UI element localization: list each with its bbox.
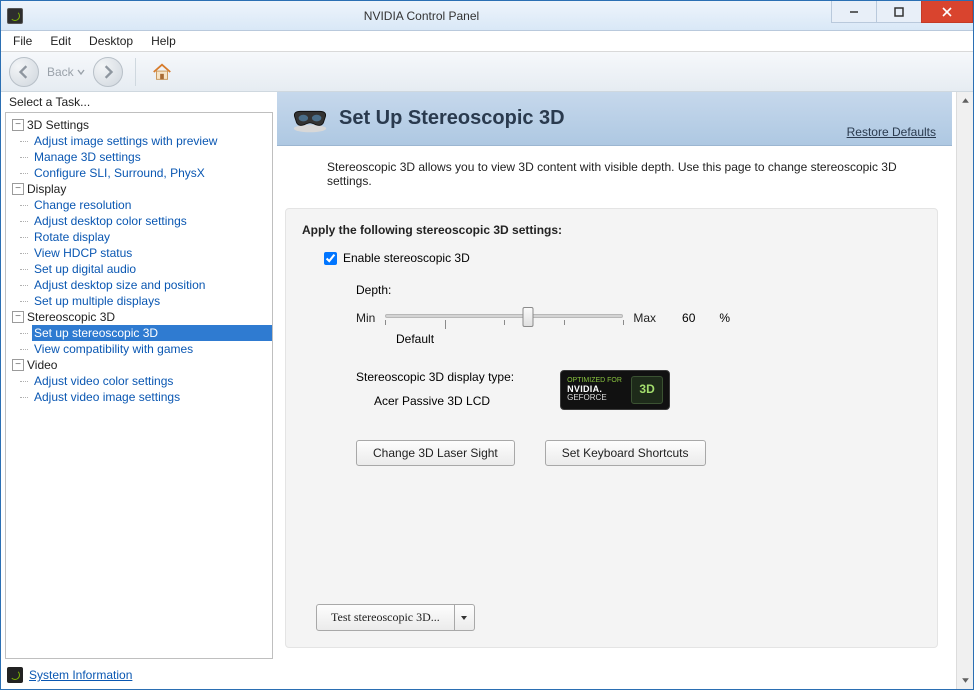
page-description: Stereoscopic 3D allows you to view 3D co… xyxy=(277,146,952,198)
scroll-up-button[interactable] xyxy=(958,92,973,109)
depth-slider[interactable] xyxy=(385,307,623,328)
tree-group-stereo-3d[interactable]: −Stereoscopic 3D xyxy=(12,309,272,325)
section-heading: Apply the following stereoscopic 3D sett… xyxy=(302,223,921,237)
tree-item[interactable]: Adjust desktop color settings xyxy=(32,213,272,229)
tree-item[interactable]: Configure SLI, Surround, PhysX xyxy=(32,165,272,181)
tree-item[interactable]: Set up multiple displays xyxy=(32,293,272,309)
collapse-icon: − xyxy=(12,311,24,323)
tree-item[interactable]: Rotate display xyxy=(32,229,272,245)
collapse-icon: − xyxy=(12,359,24,371)
back-button[interactable] xyxy=(9,57,39,87)
tree-item[interactable]: View compatibility with games xyxy=(32,341,272,357)
vertical-scrollbar[interactable] xyxy=(956,92,973,689)
tree-item[interactable]: Adjust video image settings xyxy=(32,389,272,405)
depth-pct: % xyxy=(719,311,730,325)
depth-max-label: Max xyxy=(633,311,656,325)
chevron-down-icon xyxy=(460,614,468,622)
tree-item[interactable]: Adjust image settings with preview xyxy=(32,133,272,149)
home-icon xyxy=(151,61,173,83)
enable-stereoscopic-checkbox[interactable] xyxy=(324,252,337,265)
toolbar-separator xyxy=(135,58,136,86)
tree-item[interactable]: View HDCP status xyxy=(32,245,272,261)
test-stereoscopic-split-button[interactable]: Test stereoscopic 3D... xyxy=(316,604,475,631)
menu-desktop[interactable]: Desktop xyxy=(81,32,141,50)
task-tree[interactable]: −3D Settings Adjust image settings with … xyxy=(5,112,273,659)
maximize-button[interactable] xyxy=(876,1,922,23)
settings-panel: Apply the following stereoscopic 3D sett… xyxy=(285,208,938,648)
restore-defaults-link[interactable]: Restore Defaults xyxy=(847,125,936,139)
display-type-label: Stereoscopic 3D display type: xyxy=(356,370,514,384)
sidebar: Select a Task... −3D Settings Adjust ima… xyxy=(1,92,277,689)
sidebar-heading: Select a Task... xyxy=(1,92,277,112)
scroll-down-button[interactable] xyxy=(958,672,973,689)
menu-edit[interactable]: Edit xyxy=(42,32,79,50)
tree-group-label: 3D Settings xyxy=(27,118,89,132)
back-label[interactable]: Back xyxy=(47,65,85,79)
close-button[interactable] xyxy=(921,1,973,23)
tree-group-label: Video xyxy=(27,358,57,372)
enable-stereoscopic-checkbox-row[interactable]: Enable stereoscopic 3D xyxy=(324,251,921,265)
tree-group-label: Stereoscopic 3D xyxy=(27,310,115,324)
badge-3d-cube: 3D xyxy=(631,376,663,404)
system-information-label: System Information xyxy=(29,668,132,682)
arrow-right-icon xyxy=(101,65,115,79)
menu-help[interactable]: Help xyxy=(143,32,184,50)
page-banner: Set Up Stereoscopic 3D Restore Defaults xyxy=(277,92,952,146)
home-button[interactable] xyxy=(148,58,176,86)
tree-item[interactable]: Set up digital audio xyxy=(32,261,272,277)
test-stereoscopic-dropdown[interactable] xyxy=(455,604,475,631)
change-laser-sight-button[interactable]: Change 3D Laser Sight xyxy=(356,440,515,466)
badge-geforce-text: GEFORCE xyxy=(567,394,622,403)
window-title: NVIDIA Control Panel xyxy=(11,9,832,23)
enable-stereoscopic-label: Enable stereoscopic 3D xyxy=(343,251,470,265)
depth-value: 60 xyxy=(682,311,695,325)
window-titlebar: NVIDIA Control Panel xyxy=(1,1,973,31)
arrow-left-icon xyxy=(17,65,31,79)
tree-item[interactable]: Adjust video color settings xyxy=(32,373,272,389)
tree-item[interactable]: Change resolution xyxy=(32,197,272,213)
chevron-down-icon xyxy=(77,68,85,76)
tree-group-video[interactable]: −Video xyxy=(12,357,272,373)
tree-item-selected[interactable]: Set up stereoscopic 3D xyxy=(32,325,272,341)
collapse-icon: − xyxy=(12,119,24,131)
menubar: File Edit Desktop Help xyxy=(1,31,973,52)
tree-group-display[interactable]: −Display xyxy=(12,181,272,197)
tree-item[interactable]: Manage 3D settings xyxy=(32,149,272,165)
app-icon xyxy=(7,8,23,24)
forward-button[interactable] xyxy=(93,57,123,87)
page-title: Set Up Stereoscopic 3D xyxy=(339,107,565,130)
tree-group-3d-settings[interactable]: −3D Settings xyxy=(12,117,272,133)
collapse-icon: − xyxy=(12,183,24,195)
tree-group-label: Display xyxy=(27,182,66,196)
test-stereoscopic-button[interactable]: Test stereoscopic 3D... xyxy=(316,604,455,631)
back-label-text: Back xyxy=(47,65,74,79)
nvidia-icon xyxy=(7,667,23,683)
tree-item[interactable]: Adjust desktop size and position xyxy=(32,277,272,293)
depth-min-label: Min xyxy=(356,311,375,325)
nvidia-3d-badge: OPTIMIZED FOR NVIDIA. GEFORCE 3D xyxy=(560,370,670,410)
toolbar: Back xyxy=(1,52,973,92)
stereoscopic-glasses-icon xyxy=(291,103,329,135)
content-pane: Set Up Stereoscopic 3D Restore Defaults … xyxy=(277,92,973,689)
menu-file[interactable]: File xyxy=(5,32,40,50)
minimize-button[interactable] xyxy=(831,1,877,23)
system-information-link[interactable]: System Information xyxy=(1,663,277,689)
display-type-value: Acer Passive 3D LCD xyxy=(374,394,514,408)
set-keyboard-shortcuts-button[interactable]: Set Keyboard Shortcuts xyxy=(545,440,706,466)
depth-label: Depth: xyxy=(356,283,921,297)
depth-default-label: Default xyxy=(396,332,921,346)
